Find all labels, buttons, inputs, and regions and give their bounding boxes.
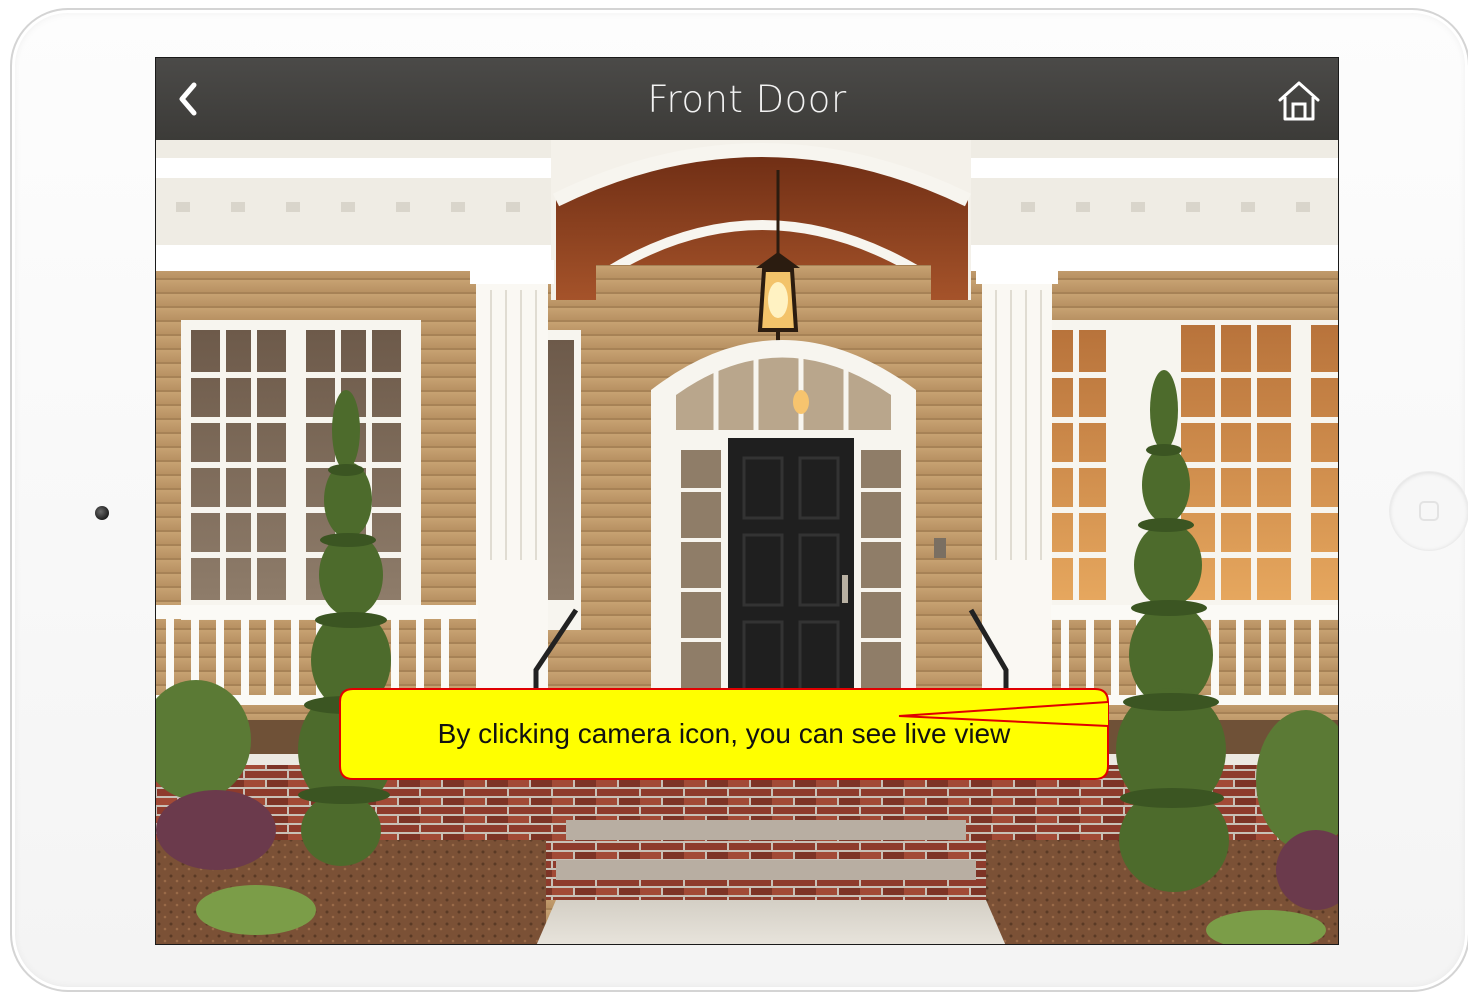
tutorial-callout: By clicking camera icon, you can see liv…	[339, 688, 1109, 780]
header-bar: Front Door	[156, 58, 1338, 140]
camera-snapshot[interactable]: 1 4 1 6	[156, 140, 1339, 945]
page-title: Front Door	[647, 78, 847, 121]
callout-text: By clicking camera icon, you can see liv…	[437, 718, 1011, 749]
hardware-home-button[interactable]	[1390, 472, 1468, 550]
home-icon	[1278, 81, 1320, 121]
app-screen: Front Door	[155, 57, 1339, 945]
home-button[interactable]	[1276, 78, 1322, 124]
front-door	[728, 438, 854, 720]
front-camera-lens	[95, 506, 109, 520]
